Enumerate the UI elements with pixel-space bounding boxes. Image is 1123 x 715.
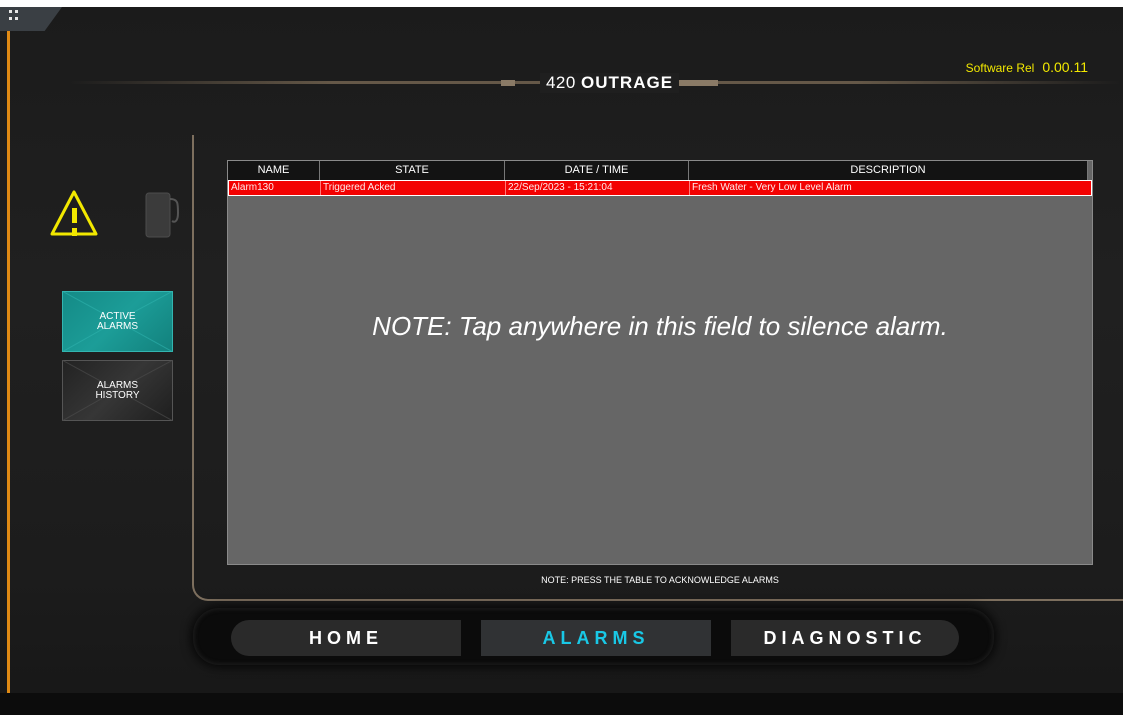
alarm-table[interactable]: NAME STATE DATE / TIME DESCRIPTION Alarm… [227, 160, 1093, 565]
pump-icon [145, 192, 180, 238]
software-label: Software Rel [965, 61, 1035, 75]
left-accent-strip [7, 7, 10, 715]
column-header-datetime: DATE / TIME [505, 161, 689, 180]
bottom-bar [0, 693, 1123, 715]
column-header-state: STATE [320, 161, 505, 180]
title-name: OUTRAGE [581, 73, 674, 92]
nav-home-button[interactable]: HOME [231, 620, 461, 656]
alarm-state-cell: Triggered Acked [321, 181, 506, 195]
acknowledge-note: NOTE: PRESS THE TABLE TO ACKNOWLEDGE ALA… [541, 575, 779, 585]
alarm-datetime-cell: 22/Sep/2023 - 15:21:04 [506, 181, 690, 195]
active-alarms-label: ACTIVE ALARMS [96, 310, 139, 332]
table-header: NAME STATE DATE / TIME DESCRIPTION [228, 161, 1088, 180]
nav-diagnostic-button[interactable]: DIAGNOSTIC [731, 620, 959, 656]
alarm-description-cell: Fresh Water - Very Low Level Alarm [692, 182, 852, 193]
nav-alarms-button[interactable]: ALARMS [481, 620, 711, 656]
alarm-name-cell: Alarm130 [229, 181, 321, 195]
warning-triangle-icon [50, 190, 98, 236]
silence-alarm-note: NOTE: Tap anywhere in this field to sile… [372, 311, 948, 341]
page-title: 420 OUTRAGE [501, 70, 718, 96]
title-bar-left [501, 80, 515, 86]
software-version: 0.00.11 [1042, 59, 1088, 75]
title-number: 420 [545, 73, 576, 92]
column-header-description: DESCRIPTION [689, 161, 1088, 180]
title-bar-right [678, 80, 718, 86]
table-row[interactable]: Alarm130 Triggered Acked 22/Sep/2023 - 1… [228, 180, 1092, 196]
corner-menu-tab[interactable] [0, 7, 62, 31]
grid-menu-icon[interactable] [9, 10, 19, 20]
alarms-history-label: ALARMS HISTORY [95, 379, 140, 401]
active-alarms-button[interactable]: ACTIVE ALARMS [62, 291, 173, 352]
software-release: Software Rel 0.00.11 [966, 59, 1088, 75]
alarms-history-button[interactable]: ALARMS HISTORY [62, 360, 173, 421]
column-header-name: NAME [228, 161, 320, 180]
